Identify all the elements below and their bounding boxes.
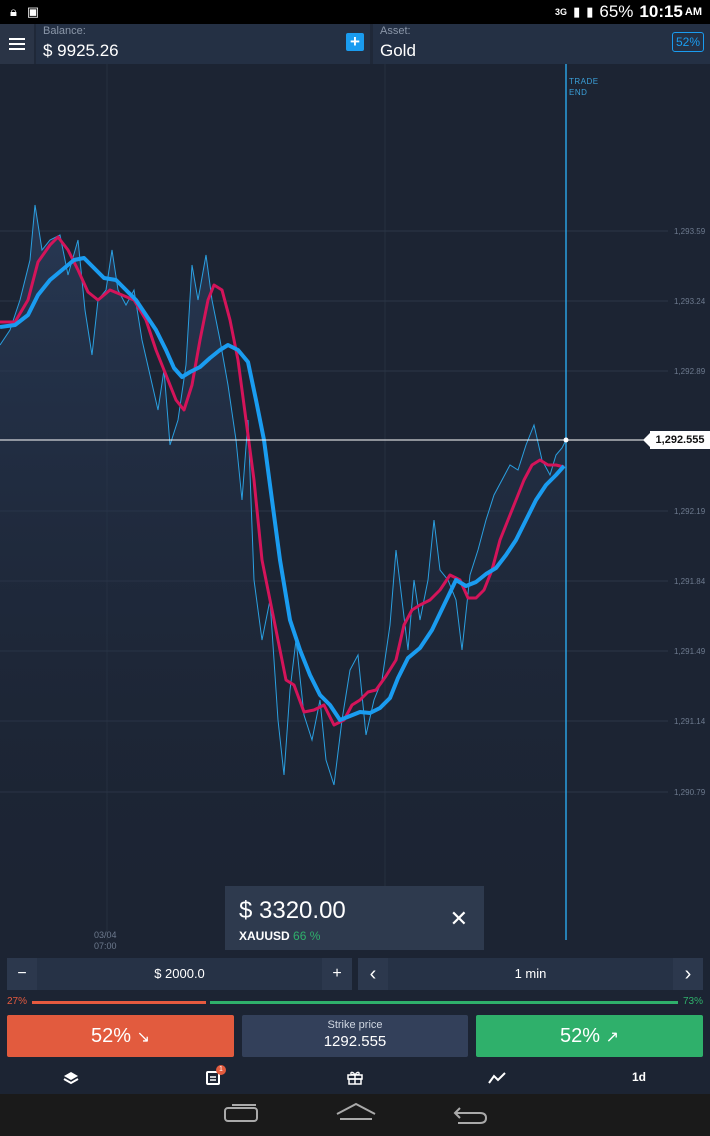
tab-chart-type[interactable] [477,1064,517,1090]
notification-badge: 1 [216,1065,226,1075]
tab-promo[interactable] [335,1064,375,1090]
sentiment-down-percent: 27% [7,996,28,1007]
price-axis-label: 1,292.19 [674,507,706,516]
image-icon: ▣ [26,4,40,19]
asset-value: Gold [380,41,416,60]
signal-icon: ▮ [573,4,581,19]
trade-toast: $ 3320.00 XAUUSD 66 % ✕ [225,886,484,950]
tab-trading[interactable] [51,1064,91,1090]
asset-panel[interactable]: Asset: Gold 52% [373,24,710,64]
time-axis-date: 03/04 [94,930,117,940]
increase-amount-button[interactable]: + [322,958,352,990]
tab-deals[interactable]: 1 [193,1064,233,1090]
amount-value[interactable]: $ 2000.0 [37,958,322,990]
network-label: 3G [555,7,568,17]
tab-timeframe[interactable]: 1d [619,1064,659,1090]
price-axis-label: 1,291.84 [674,577,706,586]
sentiment-up-percent: 73% [682,996,703,1007]
toast-asset-line: XAUUSD 66 % [239,929,320,943]
trade-end-label-line-2: END [569,88,588,97]
duration-stepper[interactable]: ‹ 1 min › [358,958,703,990]
payout-badge: 52% [671,32,704,52]
clock-ampm: AM [684,6,702,18]
decrease-amount-button[interactable]: − [7,958,37,990]
trade-end-label-line-1: TRADE [569,77,599,86]
price-axis-label: 1,293.24 [674,297,706,306]
gift-icon [347,1071,363,1086]
line-chart-icon [488,1072,506,1084]
trade-end-label: TRADE END [569,76,599,98]
system-nav-bar [0,1094,710,1136]
time-axis-label: 03/04 07:00 [94,930,117,952]
layers-icon [63,1071,79,1084]
toast-asset: XAUUSD [239,929,290,943]
price-axis-label: 1,292.89 [674,367,706,376]
clock: 10:15 [639,2,683,21]
app-header: Balance: $ 9925.26 + Asset: Gold 52% [0,24,710,64]
bottom-tab-bar: 1 1d [0,1064,710,1090]
price-axis-label: 1,293.59 [674,227,706,236]
plus-icon: + [350,32,360,51]
duration-value[interactable]: 1 min [388,958,673,990]
battery-icon: ▮ [586,4,594,19]
status-bar: 🔒︎ ▣ 3G ▮ ▮ 65% 10:15 AM [0,0,710,24]
strike-price-label: Strike price [327,1019,383,1031]
nav-icons [224,1102,488,1124]
strike-price-value: 1292.555 [323,1033,387,1050]
current-price-label: 1,292.555 [643,431,710,449]
asset-label: Asset: [380,25,411,37]
price-axis-label: 1,291.14 [674,717,706,726]
time-axis-time: 07:00 [94,941,117,951]
close-icon[interactable]: ✕ [450,906,468,932]
amount-stepper[interactable]: − $ 2000.0 + [7,958,352,990]
sentiment-bar: 27% 73% [0,996,710,1008]
toast-percent: 66 % [293,929,321,943]
strike-price-panel: Strike price 1292.555 [242,1015,468,1057]
balance-label: Balance: [43,25,86,37]
put-button[interactable]: 52% ↘ [7,1015,234,1057]
put-percent: 52% [91,1025,132,1047]
previous-duration-button[interactable]: ‹ [358,958,388,990]
lock-icon: 🔒︎ [10,4,17,19]
call-percent: 52% [560,1025,601,1047]
add-funds-button[interactable]: + [346,33,364,51]
next-duration-button[interactable]: › [673,958,703,990]
recent-apps-icon [224,1104,258,1122]
hamburger-icon [9,38,25,50]
sentiment-down-bar [32,1001,206,1004]
arrow-up-right-icon: ↗ [605,1029,619,1046]
back-icon [453,1107,488,1124]
balance-panel[interactable]: Balance: $ 9925.26 + [36,24,370,64]
call-button[interactable]: 52% ↗ [476,1015,703,1057]
sentiment-up-bar [210,1001,678,1004]
chart-canvas [0,64,668,940]
menu-button[interactable] [0,24,34,64]
current-price-dot [563,437,569,443]
arrow-down-right-icon: ↘ [136,1029,150,1046]
balance-value: $ 9925.26 [43,41,119,60]
price-chart[interactable] [0,64,710,954]
toast-amount: $ 3320.00 [239,897,346,924]
battery-percent: 65% [599,2,634,21]
home-icon [336,1102,376,1120]
price-axis-label: 1,291.49 [674,647,706,656]
price-axis-label: 1,290.79 [674,788,706,797]
